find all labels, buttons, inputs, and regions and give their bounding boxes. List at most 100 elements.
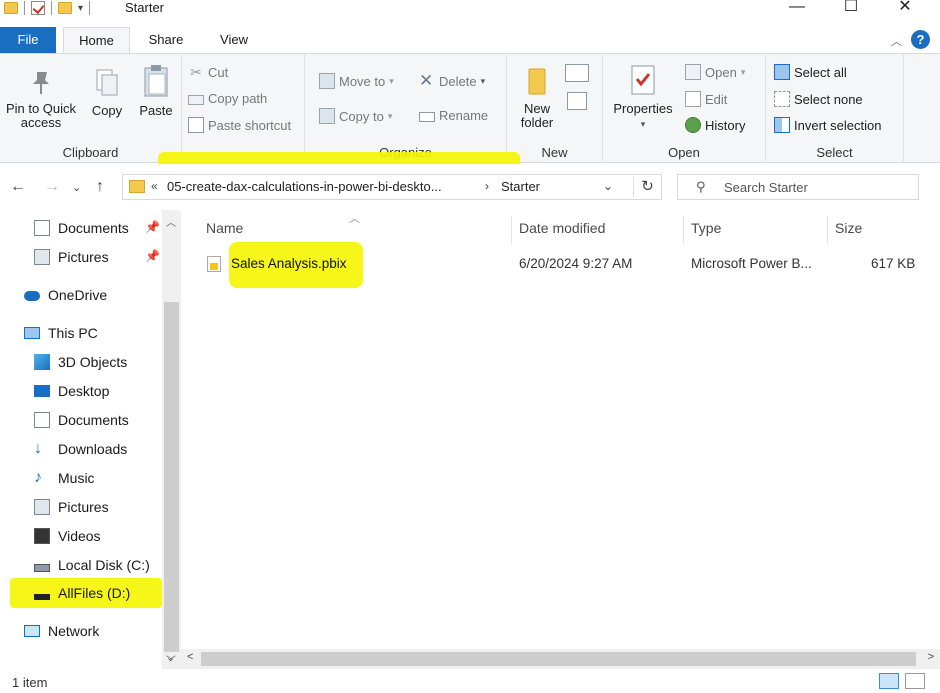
new-folder-icon[interactable]: [58, 2, 72, 14]
file-size: 617 KB: [871, 256, 916, 271]
easy-access-icon[interactable]: [567, 92, 587, 110]
nav-label: Documents: [58, 412, 129, 428]
open-icon: [685, 64, 701, 80]
paste-shortcut-button[interactable]: Paste shortcut: [188, 117, 291, 133]
copy-button[interactable]: Copy: [86, 68, 128, 118]
local-disk-icon: [34, 564, 50, 572]
pin-to-quick-access-button[interactable]: Pin to Quick access: [2, 68, 80, 130]
maximize-button[interactable]: ☐: [828, 0, 874, 18]
address-row: ← → ⌄ ↑ « 05-create-dax-calculations-in-…: [0, 164, 940, 210]
select-group-label: Select: [816, 145, 853, 160]
clipboard-group: Pin to Quick access Copy Paste Clipboard: [0, 54, 182, 162]
edit-icon: [685, 91, 701, 107]
column-header-type[interactable]: Type: [691, 220, 721, 236]
copy-to-button[interactable]: Copy to ▾: [319, 108, 392, 124]
paste-button[interactable]: Paste: [134, 64, 178, 118]
move-to-button[interactable]: Move to ▾: [319, 73, 394, 89]
edit-button[interactable]: Edit: [685, 91, 727, 107]
tab-share[interactable]: Share: [140, 27, 192, 53]
videos-icon: [34, 528, 50, 544]
address-overflow-icon[interactable]: «: [151, 179, 158, 193]
new-item-icon[interactable]: [565, 64, 589, 82]
nav-label: Downloads: [58, 441, 128, 457]
search-box[interactable]: ⚲: [677, 174, 919, 200]
new-folder-label: New folder: [520, 101, 554, 130]
up-arrow-icon[interactable]: ↑: [96, 178, 104, 196]
close-button[interactable]: ✕: [882, 0, 928, 18]
invert-selection-button[interactable]: Invert selection: [774, 117, 881, 133]
new-group-label: New: [541, 145, 568, 160]
scroll-left-icon[interactable]: <: [187, 651, 193, 663]
properties-dropdown-icon: ▾: [640, 119, 646, 129]
column-divider[interactable]: [683, 216, 684, 244]
documents-icon: [34, 412, 50, 428]
toolbar-divider: [51, 1, 52, 15]
select-none-button[interactable]: Select none: [774, 91, 863, 107]
properties-icon: [631, 65, 655, 95]
copy-to-dropdown-icon: ▾: [387, 110, 393, 121]
nav-scrollbar[interactable]: ︿ ﹀: [162, 210, 181, 669]
scroll-right-icon[interactable]: >: [928, 651, 934, 663]
refresh-icon[interactable]: ↻: [633, 177, 661, 197]
column-header-date-modified[interactable]: Date modified: [519, 220, 605, 236]
nav-label: Pictures: [58, 499, 109, 515]
details-view-icon[interactable]: [879, 673, 899, 689]
history-label: History: [705, 117, 746, 133]
table-row[interactable]: Sales Analysis.pbix 6/20/2024 9:27 AM Mi…: [199, 252, 939, 276]
organize-group: Move to ▾ Copy to ▾ ✕ Delete ▾ Rename Or…: [304, 54, 507, 162]
tab-home[interactable]: Home: [63, 27, 130, 53]
address-dropdown-icon[interactable]: ⌄: [603, 179, 613, 193]
open-button[interactable]: Open ▾: [685, 64, 745, 80]
horizontal-scroll-thumb[interactable]: [201, 652, 916, 666]
column-header-size[interactable]: Size: [835, 220, 862, 236]
this-pc-icon: [24, 327, 40, 339]
documents-icon: [34, 220, 50, 236]
new-folder-icon: [528, 68, 546, 95]
paste-icon: [144, 65, 168, 97]
nav-label: Documents: [58, 220, 129, 236]
history-button[interactable]: History: [685, 117, 745, 133]
pin-icon: [33, 72, 49, 94]
item-count: 1 item: [12, 675, 48, 690]
rename-icon: [419, 112, 435, 122]
search-input[interactable]: [724, 178, 904, 196]
history-icon: [685, 117, 701, 133]
status-bar: 1 item: [0, 669, 940, 693]
tab-file[interactable]: File: [0, 27, 56, 53]
forward-arrow-icon[interactable]: →: [44, 178, 60, 196]
cut-label: Cut: [208, 64, 229, 80]
rename-button[interactable]: Rename: [419, 108, 488, 123]
back-arrow-icon[interactable]: ←: [10, 178, 26, 196]
address-segment-current[interactable]: Starter: [501, 179, 540, 194]
address-bar[interactable]: « 05-create-dax-calculations-in-power-bi…: [122, 174, 662, 200]
recent-locations-icon[interactable]: ⌄: [72, 181, 81, 194]
horizontal-scrollbar[interactable]: < >: [181, 649, 940, 669]
column-divider[interactable]: [511, 216, 512, 244]
minimize-button[interactable]: —: [774, 0, 820, 18]
help-icon[interactable]: ?: [911, 30, 930, 49]
nav-label: AllFiles (D:): [58, 585, 131, 601]
copy-path-button[interactable]: Copy path: [188, 91, 267, 106]
large-icons-view-icon[interactable]: [905, 673, 925, 689]
nav-scroll-thumb[interactable]: [164, 302, 179, 652]
collapse-ribbon-icon[interactable]: ︿: [891, 33, 902, 49]
nav-label: Videos: [58, 528, 101, 544]
cut-button[interactable]: ✂ Cut: [188, 64, 228, 80]
column-header-name[interactable]: Name: [206, 220, 243, 236]
address-separator-icon[interactable]: ›: [485, 179, 489, 193]
properties-button[interactable]: Properties ▾: [609, 64, 677, 131]
scroll-up-icon[interactable]: ︿: [166, 214, 176, 229]
new-folder-button[interactable]: New folder: [511, 66, 563, 130]
drive-icon: [34, 594, 50, 600]
select-all-button[interactable]: Select all: [774, 64, 847, 80]
tab-view[interactable]: View: [208, 27, 260, 53]
column-divider[interactable]: [827, 216, 828, 244]
move-to-dropdown-icon: ▾: [389, 75, 394, 86]
properties-check-icon[interactable]: [31, 1, 45, 15]
nav-label: Local Disk (C:): [58, 557, 150, 573]
nav-scroll-down-icon[interactable]: ⌄: [166, 651, 175, 664]
address-segment-parent[interactable]: 05-create-dax-calculations-in-power-bi-d…: [167, 179, 442, 194]
delete-button[interactable]: ✕ Delete ▾: [419, 72, 485, 89]
invert-selection-icon: [774, 117, 790, 133]
customize-toolbar-dropdown-icon[interactable]: ▾: [78, 3, 83, 14]
